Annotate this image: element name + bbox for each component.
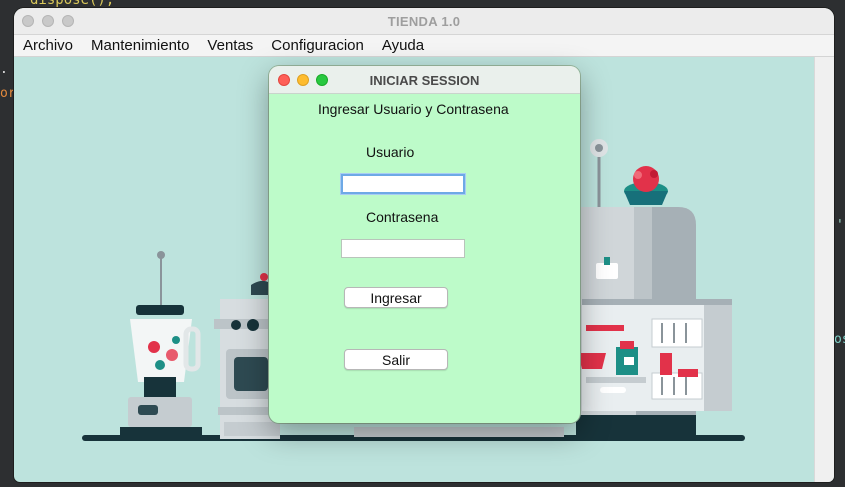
right-panel-edge <box>814 57 834 482</box>
menu-bar: Archivo Mantenimiento Ventas Configuraci… <box>14 35 834 57</box>
login-dialog: INICIAR SESSION Ingresar Usuario y Contr… <box>269 66 580 423</box>
dialog-titlebar: INICIAR SESSION <box>269 66 580 94</box>
fridge-illustration <box>572 139 732 439</box>
menu-ventas[interactable]: Ventas <box>207 37 253 54</box>
user-input[interactable] <box>341 174 465 194</box>
menu-configuracion[interactable]: Configuracion <box>271 37 364 54</box>
blender-illustration <box>120 251 202 435</box>
login-button[interactable]: Ingresar <box>344 287 448 308</box>
ide-code-fragment: dispose(); <box>30 0 115 8</box>
menu-mantenimiento[interactable]: Mantenimiento <box>91 37 189 54</box>
main-titlebar: TIENDA 1.0 <box>14 8 834 35</box>
exit-button[interactable]: Salir <box>344 349 448 370</box>
ide-fragment: ', <box>836 218 845 233</box>
window-title: TIENDA 1.0 <box>387 14 461 29</box>
ide-fragment: . <box>0 62 8 77</box>
menu-ayuda[interactable]: Ayuda <box>382 37 424 54</box>
password-label: Contrasena <box>366 209 439 225</box>
user-label: Usuario <box>366 144 415 160</box>
dialog-subtitle: Ingresar Usuario y Contrasena <box>318 101 509 117</box>
menu-archivo[interactable]: Archivo <box>23 37 73 54</box>
ide-fragment: os <box>834 332 845 347</box>
dialog-title: INICIAR SESSION <box>369 73 480 88</box>
password-input[interactable] <box>341 239 465 258</box>
